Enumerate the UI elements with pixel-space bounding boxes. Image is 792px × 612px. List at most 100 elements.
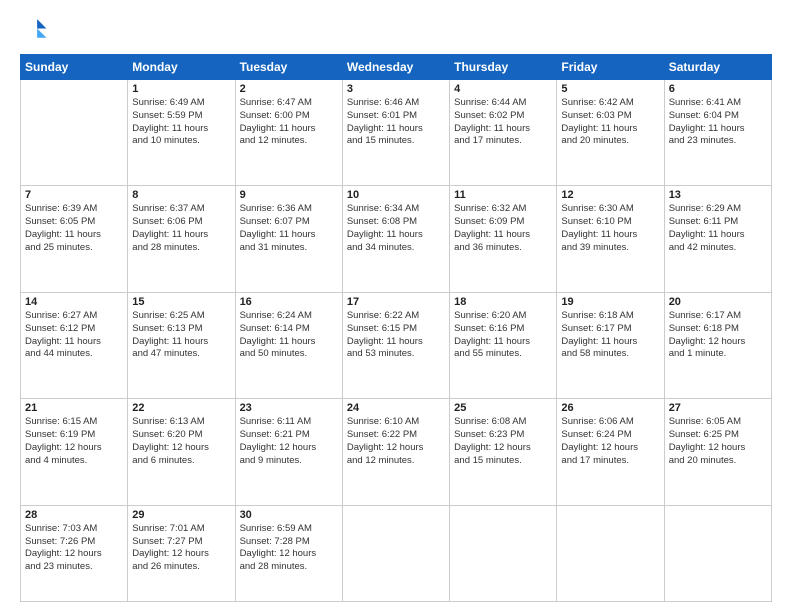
- day-number: 6: [669, 83, 767, 95]
- day-info: Sunrise: 6:29 AM Sunset: 6:11 PM Dayligh…: [669, 203, 767, 254]
- calendar-cell: 12 Sunrise: 6:30 AM Sunset: 6:10 PM Dayli…: [557, 186, 664, 292]
- day-number: 18: [454, 296, 552, 308]
- day-number: 24: [347, 402, 445, 414]
- calendar-cell: 28 Sunrise: 7:03 AM Sunset: 7:26 PM Dayli…: [21, 505, 128, 601]
- calendar-cell: 11 Sunrise: 6:32 AM Sunset: 6:09 PM Dayli…: [450, 186, 557, 292]
- calendar-cell: 13 Sunrise: 6:29 AM Sunset: 6:11 PM Dayli…: [664, 186, 771, 292]
- day-number: 2: [240, 83, 338, 95]
- day-info: Sunrise: 6:25 AM Sunset: 6:13 PM Dayligh…: [132, 310, 230, 361]
- calendar-cell: [342, 505, 449, 601]
- day-of-week-header: Wednesday: [342, 55, 449, 80]
- day-info: Sunrise: 6:41 AM Sunset: 6:04 PM Dayligh…: [669, 97, 767, 148]
- day-number: 14: [25, 296, 123, 308]
- day-number: 3: [347, 83, 445, 95]
- day-info: Sunrise: 6:06 AM Sunset: 6:24 PM Dayligh…: [561, 416, 659, 467]
- day-number: 4: [454, 83, 552, 95]
- day-info: Sunrise: 6:11 AM Sunset: 6:21 PM Dayligh…: [240, 416, 338, 467]
- day-number: 29: [132, 509, 230, 521]
- calendar-cell: 2 Sunrise: 6:47 AM Sunset: 6:00 PM Daylig…: [235, 80, 342, 186]
- day-number: 26: [561, 402, 659, 414]
- calendar-cell: 8Sunrise: 6:37 AM Sunset: 6:06 PM Daylig…: [128, 186, 235, 292]
- calendar-cell: [664, 505, 771, 601]
- day-info: Sunrise: 6:39 AM Sunset: 6:05 PM Dayligh…: [25, 203, 123, 254]
- day-number: 13: [669, 189, 767, 201]
- day-number: 23: [240, 402, 338, 414]
- day-info: Sunrise: 6:15 AM Sunset: 6:19 PM Dayligh…: [25, 416, 123, 467]
- calendar-cell: [450, 505, 557, 601]
- calendar-cell: 18 Sunrise: 6:20 AM Sunset: 6:16 PM Dayli…: [450, 292, 557, 398]
- calendar-cell: 16 Sunrise: 6:24 AM Sunset: 6:14 PM Dayli…: [235, 292, 342, 398]
- calendar-cell: 9 Sunrise: 6:36 AM Sunset: 6:07 PM Daylig…: [235, 186, 342, 292]
- calendar-cell: 27 Sunrise: 6:05 AM Sunset: 6:25 PM Dayli…: [664, 399, 771, 505]
- day-info: Sunrise: 7:01 AM Sunset: 7:27 PM Dayligh…: [132, 523, 230, 574]
- calendar-cell: 3 Sunrise: 6:46 AM Sunset: 6:01 PM Daylig…: [342, 80, 449, 186]
- day-info: Sunrise: 6:36 AM Sunset: 6:07 PM Dayligh…: [240, 203, 338, 254]
- calendar-cell: 14Sunrise: 6:27 AM Sunset: 6:12 PM Dayli…: [21, 292, 128, 398]
- day-number: 16: [240, 296, 338, 308]
- day-of-week-header: Saturday: [664, 55, 771, 80]
- day-of-week-header: Friday: [557, 55, 664, 80]
- calendar-cell: 25 Sunrise: 6:08 AM Sunset: 6:23 PM Dayli…: [450, 399, 557, 505]
- day-info: Sunrise: 6:13 AM Sunset: 6:20 PM Dayligh…: [132, 416, 230, 467]
- day-info: Sunrise: 6:22 AM Sunset: 6:15 PM Dayligh…: [347, 310, 445, 361]
- calendar-cell: 15 Sunrise: 6:25 AM Sunset: 6:13 PM Dayli…: [128, 292, 235, 398]
- calendar-cell: 6 Sunrise: 6:41 AM Sunset: 6:04 PM Daylig…: [664, 80, 771, 186]
- day-info: Sunrise: 6:30 AM Sunset: 6:10 PM Dayligh…: [561, 203, 659, 254]
- day-number: 20: [669, 296, 767, 308]
- calendar-cell: 1Sunrise: 6:49 AM Sunset: 5:59 PM Daylig…: [128, 80, 235, 186]
- day-of-week-header: Sunday: [21, 55, 128, 80]
- day-number: 25: [454, 402, 552, 414]
- day-info: Sunrise: 6:08 AM Sunset: 6:23 PM Dayligh…: [454, 416, 552, 467]
- calendar-cell: 10Sunrise: 6:34 AM Sunset: 6:08 PM Dayli…: [342, 186, 449, 292]
- page: SundayMondayTuesdayWednesdayThursdayFrid…: [0, 0, 792, 612]
- day-info: Sunrise: 6:59 AM Sunset: 7:28 PM Dayligh…: [240, 523, 338, 574]
- day-info: Sunrise: 6:46 AM Sunset: 6:01 PM Dayligh…: [347, 97, 445, 148]
- day-number: 28: [25, 509, 123, 521]
- day-info: Sunrise: 6:05 AM Sunset: 6:25 PM Dayligh…: [669, 416, 767, 467]
- day-info: Sunrise: 6:37 AM Sunset: 6:06 PM Dayligh…: [132, 203, 230, 254]
- calendar-cell: [21, 80, 128, 186]
- day-info: Sunrise: 6:20 AM Sunset: 6:16 PM Dayligh…: [454, 310, 552, 361]
- logo-icon: [20, 16, 48, 44]
- day-number: 30: [240, 509, 338, 521]
- day-info: Sunrise: 6:10 AM Sunset: 6:22 PM Dayligh…: [347, 416, 445, 467]
- calendar-cell: 23 Sunrise: 6:11 AM Sunset: 6:21 PM Dayli…: [235, 399, 342, 505]
- day-number: 27: [669, 402, 767, 414]
- day-info: Sunrise: 7:03 AM Sunset: 7:26 PM Dayligh…: [25, 523, 123, 574]
- day-number: 11: [454, 189, 552, 201]
- calendar-cell: 5 Sunrise: 6:42 AM Sunset: 6:03 PM Daylig…: [557, 80, 664, 186]
- day-info: Sunrise: 6:47 AM Sunset: 6:00 PM Dayligh…: [240, 97, 338, 148]
- day-info: Sunrise: 6:42 AM Sunset: 6:03 PM Dayligh…: [561, 97, 659, 148]
- calendar-cell: 26 Sunrise: 6:06 AM Sunset: 6:24 PM Dayli…: [557, 399, 664, 505]
- header: [20, 16, 772, 44]
- calendar-week-row: 14Sunrise: 6:27 AM Sunset: 6:12 PM Dayli…: [21, 292, 772, 398]
- day-number: 21: [25, 402, 123, 414]
- day-info: Sunrise: 6:44 AM Sunset: 6:02 PM Dayligh…: [454, 97, 552, 148]
- calendar-cell: 20 Sunrise: 6:17 AM Sunset: 6:18 PM Dayli…: [664, 292, 771, 398]
- calendar-week-row: 21 Sunrise: 6:15 AM Sunset: 6:19 PM Dayli…: [21, 399, 772, 505]
- logo: [20, 16, 52, 44]
- day-info: Sunrise: 6:18 AM Sunset: 6:17 PM Dayligh…: [561, 310, 659, 361]
- day-number: 15: [132, 296, 230, 308]
- calendar-cell: 7Sunrise: 6:39 AM Sunset: 6:05 PM Daylig…: [21, 186, 128, 292]
- day-number: 12: [561, 189, 659, 201]
- day-number: 22: [132, 402, 230, 414]
- calendar-week-row: 1Sunrise: 6:49 AM Sunset: 5:59 PM Daylig…: [21, 80, 772, 186]
- calendar-cell: 29 Sunrise: 7:01 AM Sunset: 7:27 PM Dayli…: [128, 505, 235, 601]
- day-info: Sunrise: 6:32 AM Sunset: 6:09 PM Dayligh…: [454, 203, 552, 254]
- day-of-week-header: Monday: [128, 55, 235, 80]
- calendar-cell: 4 Sunrise: 6:44 AM Sunset: 6:02 PM Daylig…: [450, 80, 557, 186]
- calendar-cell: 24 Sunrise: 6:10 AM Sunset: 6:22 PM Dayli…: [342, 399, 449, 505]
- day-info: Sunrise: 6:34 AM Sunset: 6:08 PM Dayligh…: [347, 203, 445, 254]
- day-number: 9: [240, 189, 338, 201]
- day-number: 19: [561, 296, 659, 308]
- day-info: Sunrise: 6:49 AM Sunset: 5:59 PM Dayligh…: [132, 97, 230, 148]
- day-number: 17: [347, 296, 445, 308]
- day-info: Sunrise: 6:24 AM Sunset: 6:14 PM Dayligh…: [240, 310, 338, 361]
- day-info: Sunrise: 6:17 AM Sunset: 6:18 PM Dayligh…: [669, 310, 767, 361]
- calendar-cell: 17 Sunrise: 6:22 AM Sunset: 6:15 PM Dayli…: [342, 292, 449, 398]
- calendar-week-row: 7Sunrise: 6:39 AM Sunset: 6:05 PM Daylig…: [21, 186, 772, 292]
- day-number: 5: [561, 83, 659, 95]
- day-of-week-header: Thursday: [450, 55, 557, 80]
- day-of-week-header: Tuesday: [235, 55, 342, 80]
